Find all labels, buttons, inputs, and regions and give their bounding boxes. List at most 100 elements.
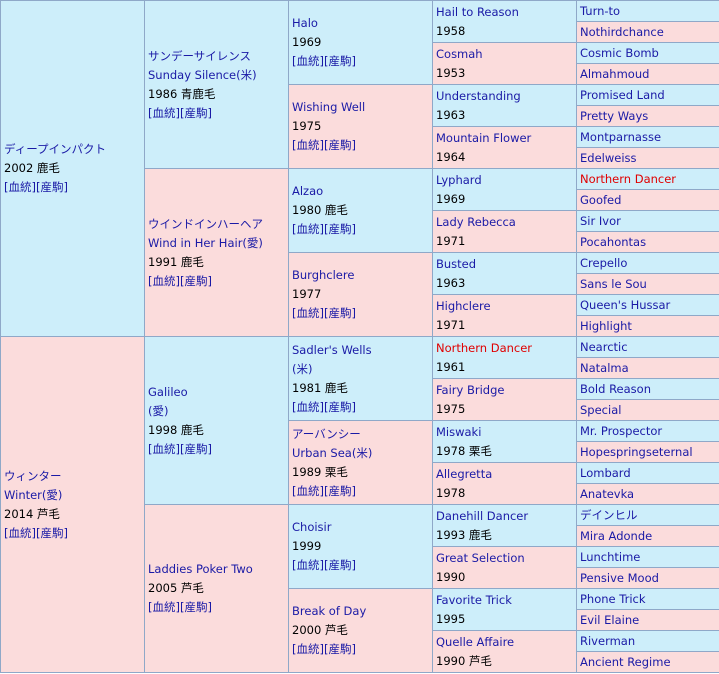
horse-alt-name-link[interactable]: Urban Sea(米) xyxy=(292,444,429,463)
horse-name-link[interactable]: Turn-to xyxy=(580,4,620,18)
pedigree-link[interactable]: [血統] xyxy=(4,180,36,194)
horse-name-link[interactable]: Cosmah xyxy=(436,45,573,64)
horse-alt-name-link[interactable]: Winter(愛) xyxy=(4,486,141,505)
pedigree-link[interactable]: [血統] xyxy=(292,222,324,236)
horse-name-link[interactable]: ディープインパクト xyxy=(4,140,141,159)
horse-name-link[interactable]: Miswaki xyxy=(436,423,573,442)
pedigree-link[interactable]: [血統] xyxy=(4,526,36,540)
horse-name-link[interactable]: Ancient Regime xyxy=(580,655,671,669)
horse-name-link[interactable]: Mr. Prospector xyxy=(580,424,662,438)
horse-name-link[interactable]: Queen's Hussar xyxy=(580,298,670,312)
horse-name-link[interactable]: Alzao xyxy=(292,182,429,201)
horse-name-link[interactable]: Goofed xyxy=(580,193,621,207)
pedigree-link[interactable]: [血統] xyxy=(148,106,180,120)
horse-name-link[interactable]: Anatevka xyxy=(580,487,634,501)
gen4-cell: Lyphard 1969 xyxy=(432,168,577,211)
gen5-cell: Goofed xyxy=(576,189,719,211)
horse-name-link[interactable]: Northern Dancer xyxy=(580,172,676,186)
horse-name-link[interactable]: Burghclere xyxy=(292,266,429,285)
offspring-link[interactable]: [産駒] xyxy=(324,642,356,656)
horse-name-link[interactable]: Understanding xyxy=(436,87,573,106)
pedigree-link[interactable]: [血統] xyxy=(148,442,180,456)
pedigree-link[interactable]: [血統] xyxy=(148,274,180,288)
horse-name-link[interactable]: Quelle Affaire xyxy=(436,633,573,652)
horse-name-link[interactable]: Natalma xyxy=(580,361,629,375)
horse-name-link[interactable]: Bold Reason xyxy=(580,382,651,396)
horse-name-link[interactable]: Crepello xyxy=(580,256,627,270)
horse-name-link[interactable]: Highlight xyxy=(580,319,632,333)
horse-name-link[interactable]: Allegretta xyxy=(436,465,573,484)
horse-alt-name-link[interactable]: Wind in Her Hair(愛) xyxy=(148,234,285,253)
horse-name-link[interactable]: Highclere xyxy=(436,297,573,316)
horse-name-link[interactable]: Edelweiss xyxy=(580,151,637,165)
horse-alt-name-link[interactable]: Sunday Silence(米) xyxy=(148,66,285,85)
offspring-link[interactable]: [産駒] xyxy=(180,106,212,120)
pedigree-link[interactable]: [血統] xyxy=(292,642,324,656)
horse-name-link[interactable]: Northern Dancer xyxy=(436,339,573,358)
horse-name-link[interactable]: Sadler's Wells xyxy=(292,341,429,360)
horse-name-link[interactable]: Sir Ivor xyxy=(580,214,621,228)
horse-name-link[interactable]: Pretty Ways xyxy=(580,109,648,123)
pedigree-link[interactable]: [血統] xyxy=(292,138,324,152)
horse-name-link[interactable]: Fairy Bridge xyxy=(436,381,573,400)
horse-name-link[interactable]: Laddies Poker Two xyxy=(148,560,285,579)
offspring-link[interactable]: [産駒] xyxy=(324,222,356,236)
horse-name-link[interactable]: Nearctic xyxy=(580,340,628,354)
horse-name-link[interactable]: Nothirdchance xyxy=(580,25,664,39)
horse-name-link[interactable]: Sans le Sou xyxy=(580,277,647,291)
horse-name-link[interactable]: Great Selection xyxy=(436,549,573,568)
offspring-link[interactable]: [産駒] xyxy=(180,600,212,614)
horse-name-link[interactable]: Promised Land xyxy=(580,88,665,102)
horse-alt-name-link[interactable]: (米) xyxy=(292,360,429,379)
horse-name-link[interactable]: Pocahontas xyxy=(580,235,646,249)
horse-name-link[interactable]: Hopespringseternal xyxy=(580,445,693,459)
horse-name-link[interactable]: Mountain Flower xyxy=(436,129,573,148)
pedigree-link[interactable]: [血統] xyxy=(292,484,324,498)
horse-name-link[interactable]: Lombard xyxy=(580,466,631,480)
horse-name-link[interactable]: Pensive Mood xyxy=(580,571,659,585)
horse-name-link[interactable]: Evil Elaine xyxy=(580,613,639,627)
horse-name-link[interactable]: Almahmoud xyxy=(580,67,649,81)
pedigree-link[interactable]: [血統] xyxy=(292,306,324,320)
pedigree-link[interactable]: [血統] xyxy=(292,54,324,68)
horse-name-link[interactable]: Phone Trick xyxy=(580,592,646,606)
pedigree-link[interactable]: [血統] xyxy=(292,558,324,572)
offspring-link[interactable]: [産駒] xyxy=(324,484,356,498)
pedigree-link[interactable]: [血統] xyxy=(148,600,180,614)
offspring-link[interactable]: [産駒] xyxy=(36,180,68,194)
offspring-link[interactable]: [産駒] xyxy=(324,54,356,68)
horse-name-link[interactable]: Break of Day xyxy=(292,602,429,621)
horse-name-link[interactable]: Riverman xyxy=(580,634,635,648)
horse-name-link[interactable]: Busted xyxy=(436,255,573,274)
offspring-link[interactable]: [産駒] xyxy=(324,400,356,414)
horse-name-link[interactable]: デインヒル xyxy=(580,508,638,522)
horse-name-link[interactable]: Favorite Trick xyxy=(436,591,573,610)
horse-name-link[interactable]: Montparnasse xyxy=(580,130,661,144)
offspring-link[interactable]: [産駒] xyxy=(180,442,212,456)
horse-name-link[interactable]: Lunchtime xyxy=(580,550,640,564)
horse-name-link[interactable]: Lyphard xyxy=(436,171,573,190)
pedigree-link[interactable]: [血統] xyxy=(292,400,324,414)
horse-alt-name-link[interactable]: (愛) xyxy=(148,402,285,421)
horse-name-link[interactable]: Mira Adonde xyxy=(580,529,652,543)
horse-name-link[interactable]: Wishing Well xyxy=(292,98,429,117)
horse-name-link[interactable]: ウィンター xyxy=(4,467,141,486)
gen5-cell: Almahmoud xyxy=(576,63,719,85)
horse-name-link[interactable]: Cosmic Bomb xyxy=(580,46,659,60)
horse-name-link[interactable]: Galileo xyxy=(148,383,285,402)
horse-name-link[interactable]: Danehill Dancer xyxy=(436,507,573,526)
horse-name-link[interactable]: Hail to Reason xyxy=(436,3,573,22)
offspring-link[interactable]: [産駒] xyxy=(324,306,356,320)
offspring-link[interactable]: [産駒] xyxy=(180,274,212,288)
offspring-link[interactable]: [産駒] xyxy=(324,558,356,572)
offspring-link[interactable]: [産駒] xyxy=(324,138,356,152)
horse-name-link[interactable]: Lady Rebecca xyxy=(436,213,573,232)
horse-name-link[interactable]: サンデーサイレンス xyxy=(148,47,285,66)
offspring-link[interactable]: [産駒] xyxy=(36,526,68,540)
horse-name-link[interactable]: アーバンシー xyxy=(292,425,429,444)
gen5-cell: Sans le Sou xyxy=(576,273,719,295)
horse-name-link[interactable]: Special xyxy=(580,403,621,417)
horse-name-link[interactable]: Choisir xyxy=(292,518,429,537)
horse-name-link[interactable]: Halo xyxy=(292,14,429,33)
horse-name-link[interactable]: ウインドインハーヘア xyxy=(148,215,285,234)
